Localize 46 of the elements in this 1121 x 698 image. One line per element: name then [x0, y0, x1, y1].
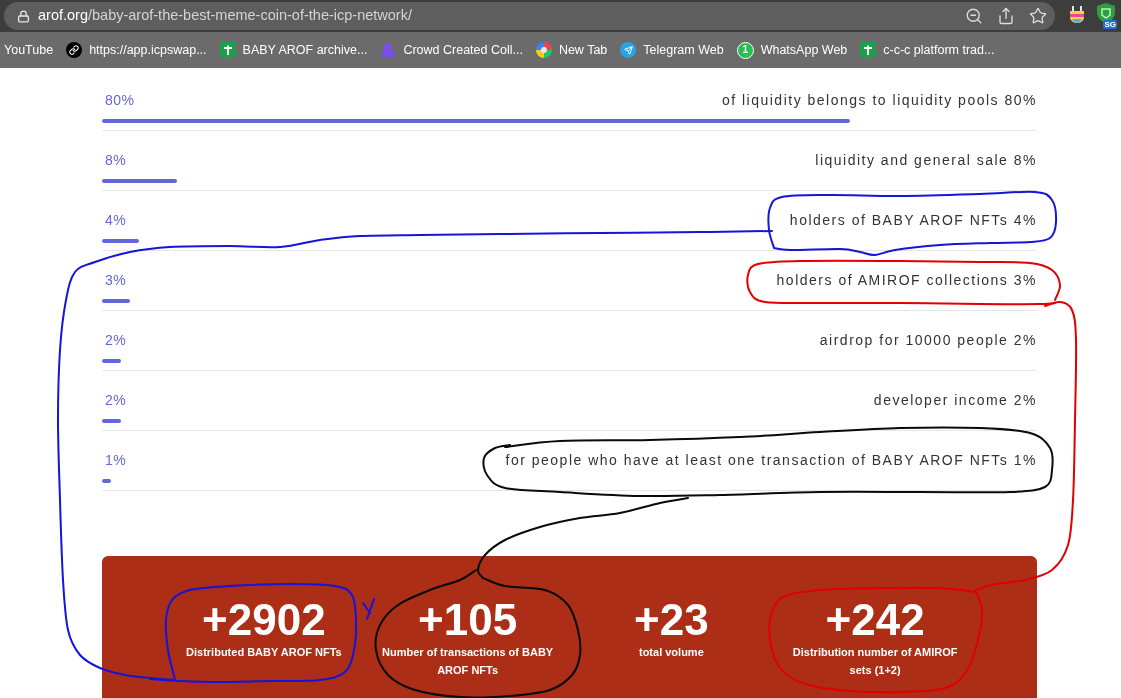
stat-label: total volume: [637, 645, 705, 660]
plug-icon[interactable]: [1069, 6, 1085, 26]
stat-value: +242: [825, 597, 925, 643]
bookmark-item[interactable]: YouTube: [4, 40, 54, 60]
allocation-label: holders of AMIROF collections 3%: [776, 270, 1037, 290]
zoom-out-icon[interactable]: [965, 7, 983, 25]
extension-badge: SG: [1103, 20, 1117, 29]
url-text: arof.org/baby-arof-the-best-meme-coin-of-the-icp-network/: [38, 6, 412, 26]
bookmark-item[interactable]: https://app.icpswap...: [66, 40, 207, 60]
chat-count-badge: 1: [736, 41, 754, 59]
stat-value: +105: [418, 597, 518, 643]
address-bar[interactable]: arof.org/baby-arof-the-best-meme-coin-of-the-icp-network/: [4, 2, 1055, 30]
lock-icon: [17, 9, 30, 23]
allocation-label: developer income 2%: [873, 390, 1037, 410]
percent-value: 1%: [104, 450, 127, 470]
stat-value: +2902: [202, 597, 326, 643]
allocation-label: of liquidity belongs to liquidity pools 80%: [721, 90, 1037, 110]
spreadsheet-icon: [219, 42, 236, 58]
blob-icon: [380, 42, 397, 58]
bookmark-item[interactable]: c-c-c platform trad...: [860, 40, 995, 60]
stat-label: Distribution number of AMIROF sets (1+2): [791, 645, 959, 678]
stat-label: Number of transactions of BABY AROF NFTs: [381, 645, 555, 678]
bookmark-item[interactable]: Crowd Created Coll...: [380, 40, 523, 60]
link-icon: [66, 42, 83, 58]
share-icon[interactable]: [997, 7, 1015, 25]
allocation-label: airdrop for 10000 people 2%: [819, 330, 1037, 350]
percent-value: 4%: [104, 210, 127, 230]
star-icon[interactable]: [1029, 7, 1047, 25]
paper-plane-icon: [620, 42, 637, 58]
allocation-label: liquidity and general sale 8%: [815, 150, 1037, 170]
bookmark-item[interactable]: 1 WhatsApp Web: [736, 40, 848, 60]
percent-value: 8%: [104, 150, 127, 170]
bookmark-item[interactable]: Telegram Web: [620, 40, 724, 60]
allocation-label: for people who have at least one transaction of BABY AROF NFTs 1%: [505, 450, 1037, 470]
percent-value: 3%: [104, 270, 127, 290]
percent-value: 2%: [104, 330, 127, 350]
allocation-label: holders of BABY AROF NFTs 4%: [789, 210, 1037, 230]
shield-icon[interactable]: [1097, 3, 1115, 23]
stat-value: +23: [634, 597, 709, 643]
bookmark-item[interactable]: New Tab: [535, 40, 608, 60]
globe-icon: [535, 42, 552, 58]
percent-value: 2%: [104, 390, 127, 410]
stat-label: Distributed BABY AROF NFTs: [185, 645, 343, 660]
percent-value: 80%: [104, 90, 135, 110]
spreadsheet-icon: [860, 42, 877, 58]
bookmark-item[interactable]: BABY AROF archive...: [219, 40, 368, 60]
